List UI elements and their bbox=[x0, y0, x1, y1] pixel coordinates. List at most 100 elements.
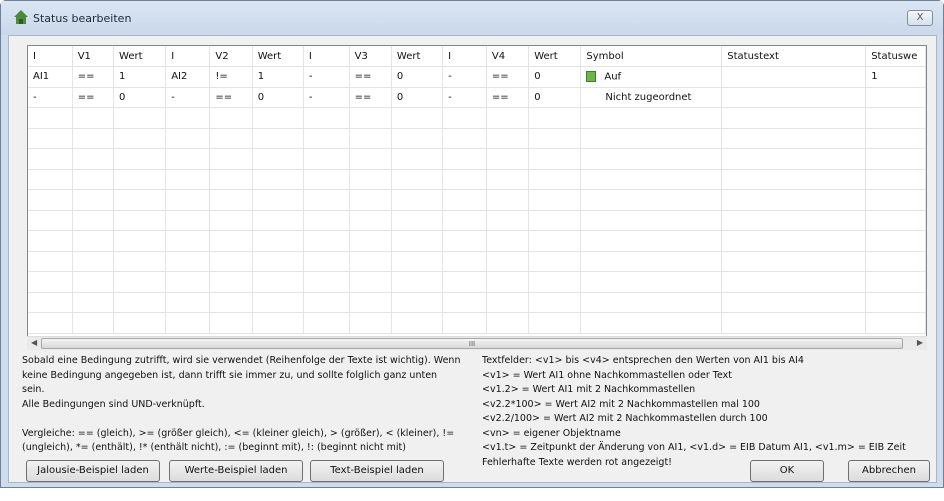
empty-cell[interactable] bbox=[349, 107, 392, 129]
empty-cell[interactable] bbox=[165, 271, 211, 293]
empty-cell[interactable] bbox=[580, 169, 723, 190]
empty-cell[interactable] bbox=[442, 210, 487, 231]
empty-cell[interactable] bbox=[113, 107, 167, 129]
empty-cell[interactable] bbox=[209, 169, 253, 190]
scroll-left-icon[interactable]: ◀ bbox=[31, 338, 37, 347]
empty-cell[interactable] bbox=[442, 169, 487, 190]
empty-cell[interactable] bbox=[252, 312, 304, 334]
empty-cell[interactable] bbox=[209, 189, 253, 211]
column-header[interactable]: Symbol bbox=[580, 46, 723, 67]
empty-cell[interactable] bbox=[252, 251, 304, 272]
empty-cell[interactable] bbox=[303, 312, 350, 334]
empty-cell[interactable] bbox=[528, 230, 582, 252]
empty-cell[interactable] bbox=[391, 271, 444, 293]
empty-cell[interactable] bbox=[442, 230, 487, 252]
empty-cell[interactable] bbox=[580, 312, 723, 334]
empty-cell[interactable] bbox=[442, 251, 487, 272]
empty-cell[interactable] bbox=[113, 251, 167, 272]
table-cell[interactable]: AI1 bbox=[28, 66, 73, 88]
empty-cell[interactable] bbox=[72, 148, 115, 170]
empty-cell[interactable] bbox=[349, 210, 392, 231]
empty-cell[interactable] bbox=[113, 210, 167, 231]
empty-cell[interactable] bbox=[486, 230, 530, 252]
empty-cell[interactable] bbox=[865, 107, 926, 129]
empty-cell[interactable] bbox=[528, 312, 582, 334]
empty-cell[interactable] bbox=[391, 169, 444, 190]
empty-cell[interactable] bbox=[28, 189, 73, 211]
empty-cell[interactable] bbox=[721, 189, 867, 211]
empty-cell[interactable] bbox=[303, 292, 350, 313]
column-header[interactable]: V1 bbox=[72, 46, 115, 67]
table-cell[interactable]: 1 bbox=[865, 66, 926, 88]
empty-cell[interactable] bbox=[72, 230, 115, 252]
table-cell[interactable]: == bbox=[209, 87, 253, 108]
table-cell[interactable]: 0 bbox=[391, 87, 444, 108]
empty-cell[interactable] bbox=[865, 312, 926, 334]
empty-cell[interactable] bbox=[303, 189, 350, 211]
empty-cell[interactable] bbox=[72, 128, 115, 149]
empty-cell[interactable] bbox=[442, 148, 487, 170]
empty-cell[interactable] bbox=[209, 271, 253, 293]
empty-cell[interactable] bbox=[113, 169, 167, 190]
table-cell[interactable]: 0 bbox=[252, 87, 304, 108]
empty-cell[interactable] bbox=[209, 292, 253, 313]
empty-cell[interactable] bbox=[442, 312, 487, 334]
empty-cell[interactable] bbox=[528, 189, 582, 211]
empty-cell[interactable] bbox=[528, 210, 582, 231]
table-cell[interactable]: == bbox=[349, 66, 392, 88]
empty-cell[interactable] bbox=[865, 292, 926, 313]
column-header[interactable]: Wert bbox=[252, 46, 304, 67]
empty-cell[interactable] bbox=[580, 292, 723, 313]
close-button[interactable]: X bbox=[907, 10, 933, 26]
empty-cell[interactable] bbox=[528, 251, 582, 272]
empty-cell[interactable] bbox=[528, 148, 582, 170]
empty-cell[interactable] bbox=[391, 251, 444, 272]
empty-cell[interactable] bbox=[391, 230, 444, 252]
empty-cell[interactable] bbox=[113, 271, 167, 293]
table-cell[interactable]: 0 bbox=[528, 87, 582, 108]
empty-cell[interactable] bbox=[580, 189, 723, 211]
table-cell[interactable]: 1 bbox=[113, 66, 167, 88]
empty-cell[interactable] bbox=[72, 189, 115, 211]
empty-cell[interactable] bbox=[721, 148, 867, 170]
table-cell[interactable]: - bbox=[303, 87, 350, 108]
empty-cell[interactable] bbox=[580, 230, 723, 252]
empty-cell[interactable] bbox=[349, 271, 392, 293]
empty-cell[interactable] bbox=[865, 148, 926, 170]
column-header[interactable]: Wert bbox=[113, 46, 167, 67]
table-cell[interactable]: AI2 bbox=[165, 66, 211, 88]
empty-cell[interactable] bbox=[865, 251, 926, 272]
empty-cell[interactable] bbox=[165, 292, 211, 313]
table-cell[interactable]: - bbox=[442, 87, 487, 108]
column-header[interactable]: Statuswe bbox=[865, 46, 926, 67]
empty-cell[interactable] bbox=[165, 210, 211, 231]
empty-cell[interactable] bbox=[349, 148, 392, 170]
empty-cell[interactable] bbox=[580, 148, 723, 170]
empty-row[interactable] bbox=[28, 169, 926, 190]
table-cell[interactable] bbox=[721, 66, 867, 88]
empty-cell[interactable] bbox=[721, 251, 867, 272]
empty-cell[interactable] bbox=[349, 128, 392, 149]
empty-cell[interactable] bbox=[252, 169, 304, 190]
empty-cell[interactable] bbox=[165, 189, 211, 211]
empty-cell[interactable] bbox=[528, 107, 582, 129]
empty-row[interactable] bbox=[28, 107, 926, 129]
empty-cell[interactable] bbox=[165, 230, 211, 252]
table-cell[interactable]: 0 bbox=[113, 87, 167, 108]
empty-cell[interactable] bbox=[252, 271, 304, 293]
empty-row[interactable] bbox=[28, 210, 926, 231]
scroll-right-icon[interactable]: ▶ bbox=[917, 338, 923, 347]
empty-cell[interactable] bbox=[391, 148, 444, 170]
empty-cell[interactable] bbox=[349, 189, 392, 211]
empty-cell[interactable] bbox=[72, 169, 115, 190]
empty-cell[interactable] bbox=[209, 148, 253, 170]
empty-cell[interactable] bbox=[28, 107, 73, 129]
status-table[interactable]: I V1 Wert I V2 Wert I V3 Wert I V4 Wert Symbol Status… bbox=[27, 45, 927, 350]
empty-cell[interactable] bbox=[349, 292, 392, 313]
empty-cell[interactable] bbox=[303, 251, 350, 272]
empty-row[interactable] bbox=[28, 230, 926, 252]
empty-cell[interactable] bbox=[528, 292, 582, 313]
empty-cell[interactable] bbox=[580, 210, 723, 231]
empty-cell[interactable] bbox=[865, 128, 926, 149]
empty-cell[interactable] bbox=[391, 292, 444, 313]
